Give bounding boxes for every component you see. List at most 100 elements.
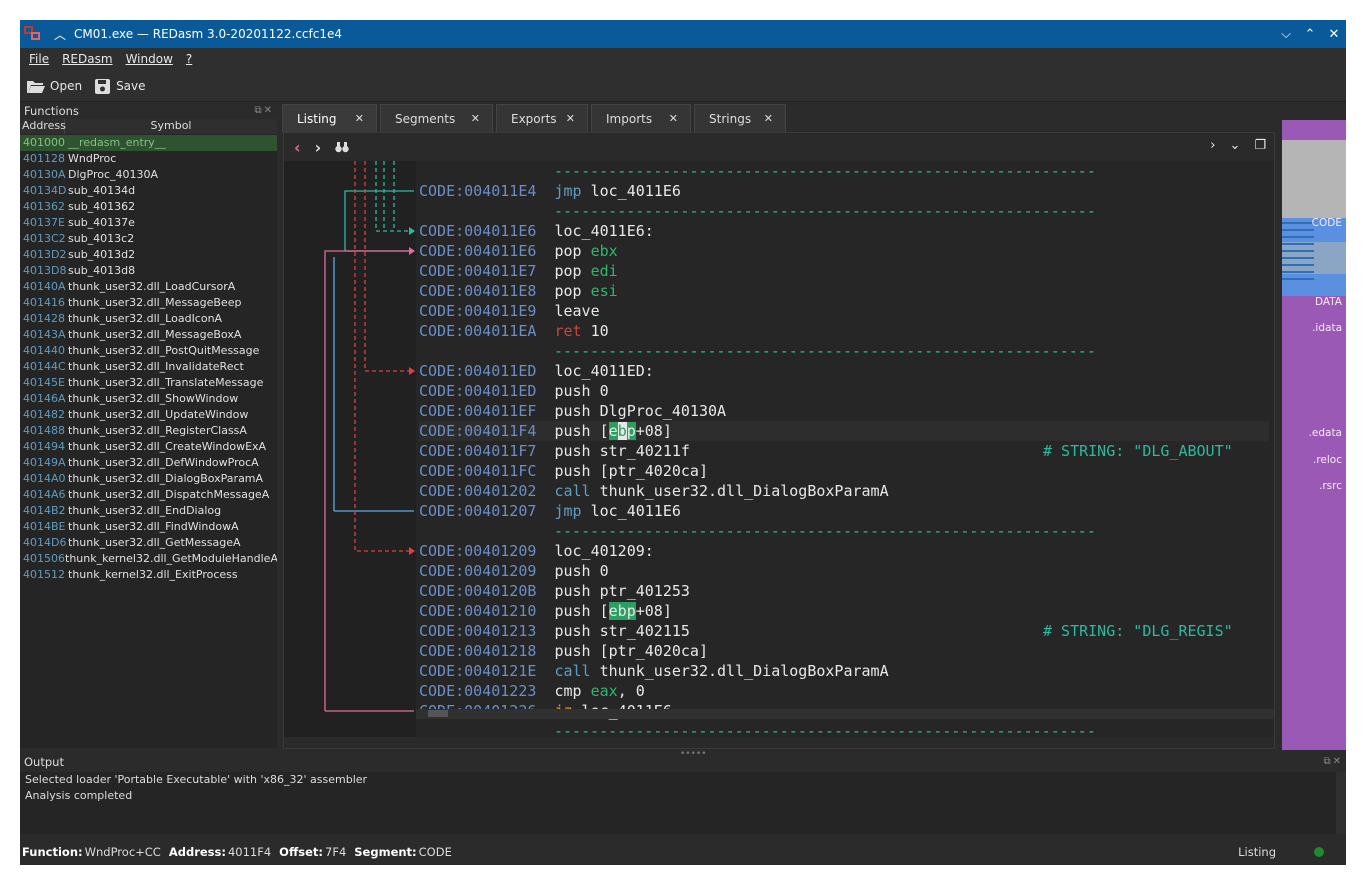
save-button[interactable]: Save <box>94 78 146 94</box>
function-row[interactable]: 4013C2 sub_4013c2 <box>20 231 277 247</box>
menu-file[interactable]: File <box>29 52 49 66</box>
listing-line[interactable]: CODE:0040121E call thunk_user32.dll_Dial… <box>419 661 1269 681</box>
listing-line[interactable]: CODE:004011E6 pop ebx <box>419 241 1269 261</box>
binoculars-icon[interactable] <box>335 141 349 153</box>
listing-line[interactable]: CODE:0040120B push ptr_401253 <box>419 581 1269 601</box>
function-row[interactable]: 401428 thunk_user32.dll_LoadIconA <box>20 311 277 327</box>
status-indicator-icon <box>1314 847 1324 857</box>
menu-help[interactable]: ? <box>186 52 192 66</box>
tab-exports[interactable]: Exports ✕ <box>496 104 588 132</box>
function-row[interactable]: 401506 thunk_kernel32.dll_GetModuleHandle… <box>20 551 277 567</box>
back-icon[interactable]: ‹ <box>294 138 301 157</box>
open-button[interactable]: Open <box>26 78 82 94</box>
minimize-button[interactable]: ⌵ <box>1274 27 1298 42</box>
status-offset-value: 7F4 <box>325 844 347 859</box>
function-row[interactable]: 401512 thunk_kernel32.dll_ExitProcess <box>20 567 277 583</box>
listing-line[interactable]: CODE:004011EA ret 10 <box>419 321 1269 341</box>
listing-view[interactable]: ----------------------------------------… <box>284 161 1274 737</box>
close-button[interactable]: ✕ <box>1322 27 1346 42</box>
function-row[interactable]: 401494 thunk_user32.dll_CreateWindowExA <box>20 439 277 455</box>
listing-line[interactable]: CODE:004011E4 jmp loc_4011E6 <box>419 181 1269 201</box>
block-separator[interactable]: ----------------------------------------… <box>419 161 1269 181</box>
tab-strings[interactable]: Strings ✕ <box>694 104 786 132</box>
listing-line[interactable]: CODE:004011FC push [ptr_4020ca] <box>419 461 1269 481</box>
column-address[interactable]: Address <box>20 119 66 134</box>
tab-close-icon[interactable]: ✕ <box>764 112 773 125</box>
function-row[interactable]: 4014B2 thunk_user32.dll_EndDialog <box>20 503 277 519</box>
function-row[interactable]: 40143A thunk_user32.dll_MessageBoxA <box>20 327 277 343</box>
function-row[interactable]: 401000 __redasm_entry__ <box>20 135 277 151</box>
block-separator[interactable]: ----------------------------------------… <box>419 341 1269 361</box>
window-menu-icon[interactable]: ︿ <box>54 26 66 43</box>
listing-line[interactable]: CODE:004011E8 pop esi <box>419 281 1269 301</box>
function-row[interactable]: 40145E thunk_user32.dll_TranslateMessage <box>20 375 277 391</box>
function-row[interactable]: 4014D6 thunk_user32.dll_GetMessageA <box>20 535 277 551</box>
function-row[interactable]: 40144C thunk_user32.dll_InvalidateRect <box>20 359 277 375</box>
listing-line[interactable]: CODE:004011ED loc_4011ED: <box>419 361 1269 381</box>
listing-line[interactable]: CODE:004011F7 push str_40211f # STRING: "… <box>419 441 1269 461</box>
horizontal-scrollbar[interactable] <box>416 709 1274 719</box>
function-row[interactable]: 401488 thunk_user32.dll_RegisterClassA <box>20 423 277 439</box>
goto-next-icon[interactable]: › <box>1210 138 1215 153</box>
block-separator[interactable]: ----------------------------------------… <box>419 521 1269 541</box>
function-row[interactable]: 40134D sub_40134d <box>20 183 277 199</box>
panel-float-close-icon[interactable]: ⧉✕ <box>1323 756 1343 767</box>
listing-line[interactable]: CODE:00401218 push [ptr_4020ca] <box>419 641 1269 661</box>
listing-line[interactable]: CODE:004011ED push 0 <box>419 381 1269 401</box>
function-row[interactable]: 4013D2 sub_4013d2 <box>20 247 277 263</box>
function-row[interactable]: 401128 WndProc <box>20 151 277 167</box>
tab-listing[interactable]: Listing ✕ <box>282 104 377 132</box>
function-row[interactable]: 401482 thunk_user32.dll_UpdateWindow <box>20 407 277 423</box>
function-row[interactable]: 40130A DlgProc_40130A <box>20 167 277 183</box>
tab-close-icon[interactable]: ✕ <box>669 112 678 125</box>
forward-icon[interactable]: › <box>315 138 322 157</box>
dropdown-chevron-icon[interactable]: ⌄ <box>1229 138 1240 153</box>
separator-line: ----------------------------------------… <box>554 162 1096 180</box>
function-row[interactable]: 40140A thunk_user32.dll_LoadCursorA <box>20 279 277 295</box>
function-symbol: thunk_user32.dll_MessageBeep <box>68 296 242 309</box>
function-row[interactable]: 40149A thunk_user32.dll_DefWindowProcA <box>20 455 277 471</box>
column-symbol[interactable]: Symbol <box>65 119 277 134</box>
tab-segments[interactable]: Segments ✕ <box>380 104 493 132</box>
output-scrollbar[interactable] <box>1336 772 1346 834</box>
block-separator[interactable]: ----------------------------------------… <box>419 721 1269 737</box>
tab-close-icon[interactable]: ✕ <box>471 112 480 125</box>
instruction-token: push str_40211f <box>554 442 690 460</box>
tab-close-icon[interactable]: ✕ <box>566 112 575 125</box>
menu-window[interactable]: Window <box>126 52 173 66</box>
function-symbol: sub_40134d <box>68 184 136 197</box>
listing-line[interactable]: CODE:00401223 cmp eax, 0 <box>419 681 1269 701</box>
listing-line[interactable]: CODE:004011E7 pop edi <box>419 261 1269 281</box>
listing-line[interactable]: CODE:00401207 jmp loc_4011E6 <box>419 501 1269 521</box>
instruction-token: loc_4011E6 <box>581 182 681 200</box>
maximize-button[interactable]: ⌃ <box>1298 27 1322 42</box>
listing-line[interactable]: CODE:004011F4 push [ebp+08] <box>419 421 1269 441</box>
tab-imports[interactable]: Imports ✕ <box>591 104 691 132</box>
panel-float-close-icon[interactable]: ⧉✕ <box>254 105 274 116</box>
line-address: CODE:00401209 <box>419 562 537 580</box>
function-row[interactable]: 40137E sub_40137e <box>20 215 277 231</box>
listing-line[interactable]: CODE:00401202 call thunk_user32.dll_Dial… <box>419 481 1269 501</box>
function-row[interactable]: 40146A thunk_user32.dll_ShowWindow <box>20 391 277 407</box>
listing-line[interactable]: CODE:00401213 push str_402115 # STRING: "… <box>419 621 1269 641</box>
function-row[interactable]: 401416 thunk_user32.dll_MessageBeep <box>20 295 277 311</box>
function-row[interactable]: 401362 sub_401362 <box>20 199 277 215</box>
listing-line[interactable]: CODE:004011E9 leave <box>419 301 1269 321</box>
function-row[interactable]: 401440 thunk_user32.dll_PostQuitMessage <box>20 343 277 359</box>
menu-redasm[interactable]: REDasm <box>62 52 112 66</box>
function-symbol: thunk_user32.dll_LoadCursorA <box>68 280 236 293</box>
listing-line[interactable]: CODE:004011EF push DlgProc_40130A <box>419 401 1269 421</box>
listing-line[interactable]: CODE:004011E6 loc_4011E6: <box>419 221 1269 241</box>
tab-close-icon[interactable]: ✕ <box>355 112 364 125</box>
listing-line[interactable]: CODE:00401209 push 0 <box>419 561 1269 581</box>
function-row[interactable]: 4013D8 sub_4013d8 <box>20 263 277 279</box>
segment-minimap[interactable]: CODE DATA .idata .edata .reloc .rsrc <box>1282 120 1346 750</box>
function-row[interactable]: 4014A0 thunk_user32.dll_DialogBoxParamA <box>20 471 277 487</box>
function-row[interactable]: 4014A6 thunk_user32.dll_DispatchMessageA <box>20 487 277 503</box>
copy-window-icon[interactable]: ❐ <box>1254 138 1266 153</box>
function-row[interactable]: 4014BE thunk_user32.dll_FindWindowA <box>20 519 277 535</box>
block-separator[interactable]: ----------------------------------------… <box>419 201 1269 221</box>
branch-arrowhead-icon <box>409 367 415 375</box>
listing-line[interactable]: CODE:00401210 push [ebp+08] <box>419 601 1269 621</box>
listing-line[interactable]: CODE:00401209 loc_401209: <box>419 541 1269 561</box>
